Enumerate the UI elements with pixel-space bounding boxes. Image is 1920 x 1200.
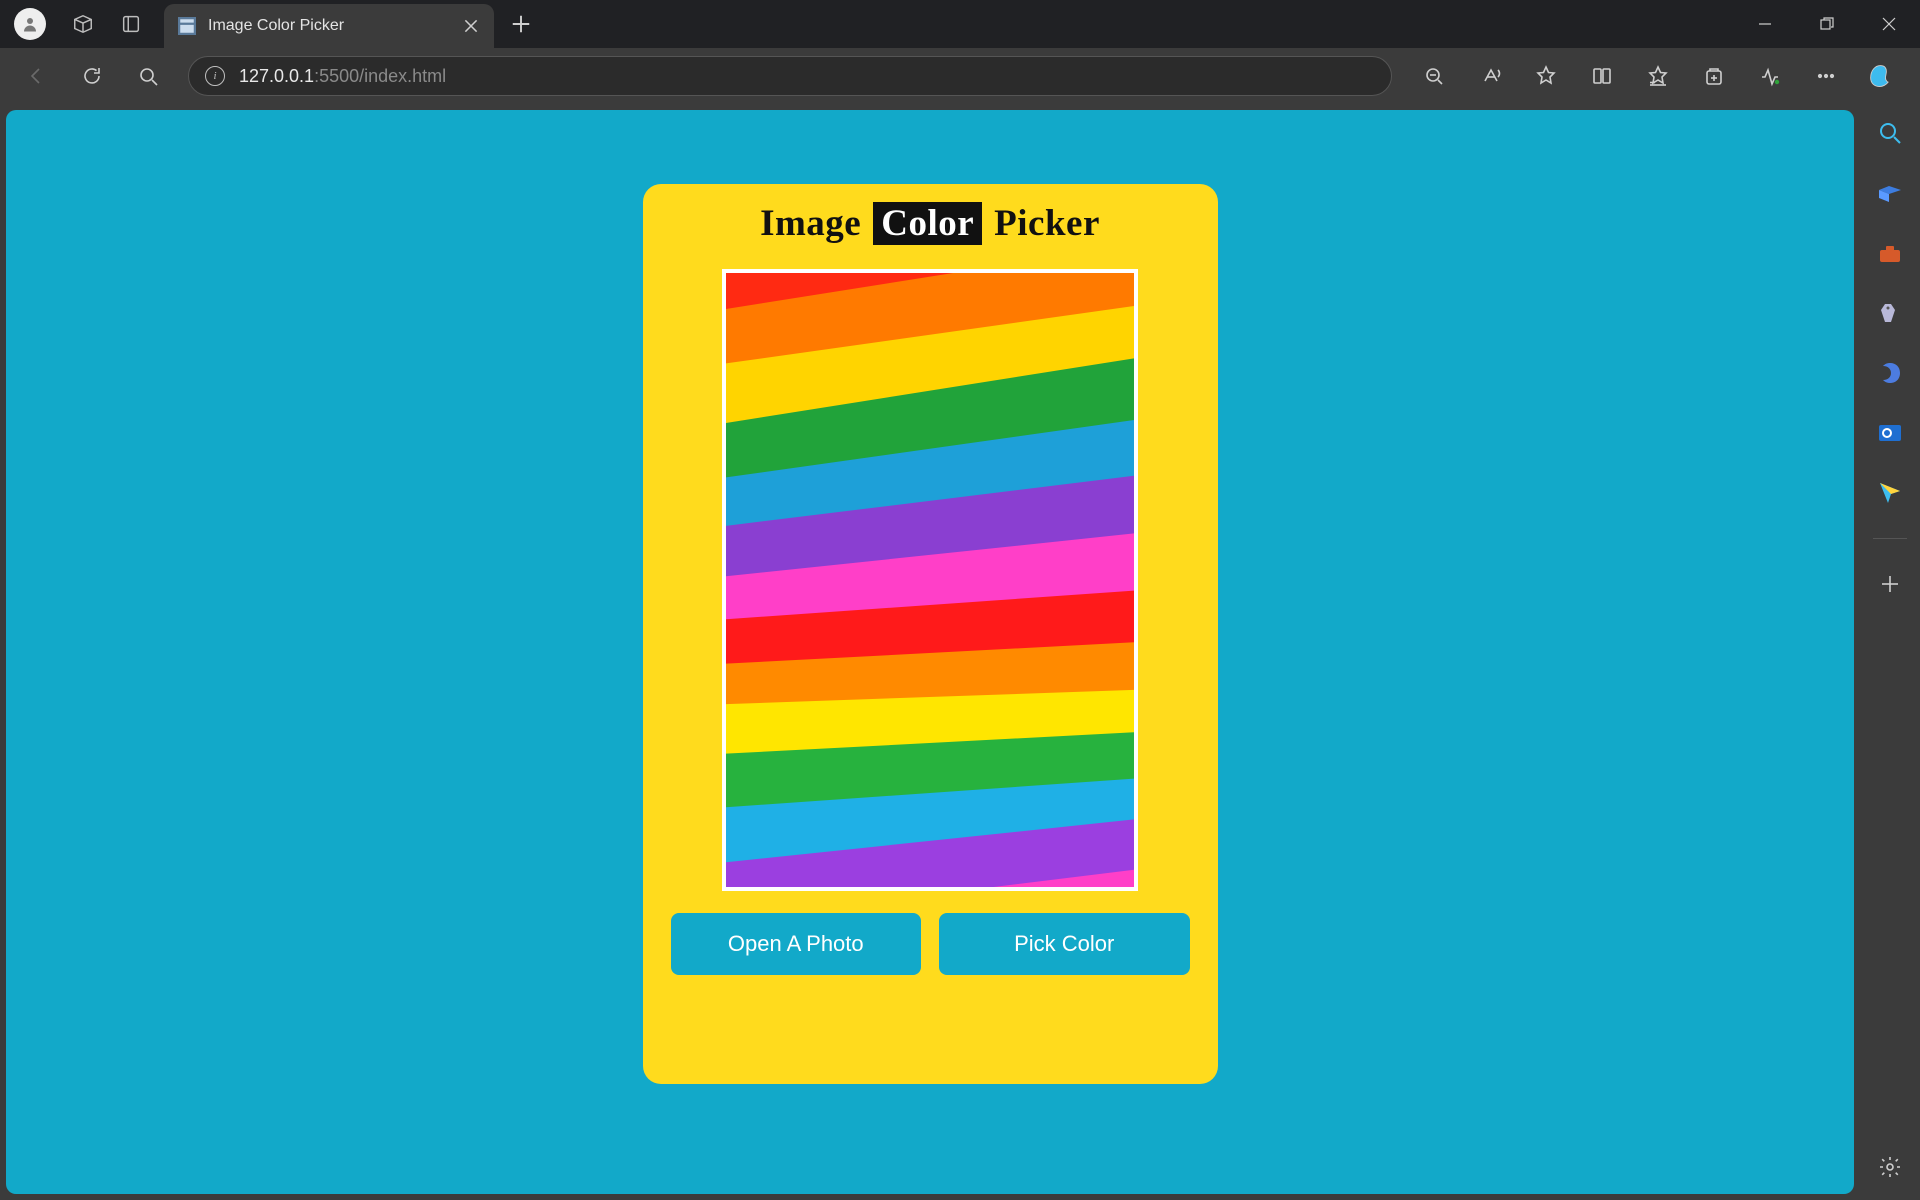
photo-frame <box>722 269 1138 891</box>
new-tab-button[interactable] <box>510 13 532 35</box>
address-bar[interactable]: i 127.0.0.1:5500/index.html <box>188 56 1392 96</box>
workspaces-icon[interactable] <box>72 13 94 35</box>
sidebar-games-icon[interactable] <box>1875 298 1905 328</box>
close-tab-button[interactable] <box>462 17 480 35</box>
tab-actions-icon[interactable] <box>120 13 142 35</box>
back-button[interactable] <box>10 54 62 98</box>
read-aloud-icon[interactable] <box>1462 54 1518 98</box>
sidebar-drop-icon[interactable] <box>1875 478 1905 508</box>
collections-icon[interactable] <box>1686 54 1742 98</box>
window-close-button[interactable] <box>1858 0 1920 48</box>
copilot-icon[interactable] <box>1854 54 1910 98</box>
profile-avatar[interactable] <box>14 8 46 40</box>
browser-toolbar: i 127.0.0.1:5500/index.html <box>0 48 1920 104</box>
rainbow-photo[interactable] <box>726 273 1134 887</box>
sidebar-search-icon[interactable] <box>1875 118 1905 148</box>
browser-tab[interactable]: Image Color Picker <box>164 4 494 48</box>
favicon-icon <box>178 17 196 35</box>
sidebar-outlook-icon[interactable] <box>1875 418 1905 448</box>
refresh-button[interactable] <box>66 54 118 98</box>
sidebar-shopping-icon[interactable] <box>1875 178 1905 208</box>
pick-color-button[interactable]: Pick Color <box>939 913 1190 975</box>
page-viewport: Image Color Picker Open A Photo Pick Col… <box>6 110 1854 1194</box>
sidebar-add-icon[interactable] <box>1875 569 1905 599</box>
url-text: 127.0.0.1:5500/index.html <box>239 66 1375 87</box>
sidebar-tools-icon[interactable] <box>1875 238 1905 268</box>
search-button[interactable] <box>122 54 174 98</box>
edge-sidebar <box>1860 104 1920 1200</box>
sidebar-settings-icon[interactable] <box>1875 1152 1905 1182</box>
window-minimize-button[interactable] <box>1734 0 1796 48</box>
performance-icon[interactable] <box>1742 54 1798 98</box>
open-photo-button[interactable]: Open A Photo <box>671 913 922 975</box>
sidebar-office-icon[interactable] <box>1875 358 1905 388</box>
app-heading: Image Color Picker <box>760 202 1100 245</box>
split-screen-icon[interactable] <box>1574 54 1630 98</box>
favorite-star-icon[interactable] <box>1518 54 1574 98</box>
favorites-list-icon[interactable] <box>1630 54 1686 98</box>
more-menu-icon[interactable] <box>1798 54 1854 98</box>
window-titlebar: Image Color Picker <box>0 0 1920 48</box>
zoom-out-icon[interactable] <box>1406 54 1462 98</box>
window-maximize-button[interactable] <box>1796 0 1858 48</box>
tab-title: Image Color Picker <box>208 17 450 35</box>
site-info-icon[interactable]: i <box>205 66 225 86</box>
color-picker-card: Image Color Picker Open A Photo Pick Col… <box>643 184 1218 1084</box>
sidebar-divider <box>1873 538 1907 539</box>
